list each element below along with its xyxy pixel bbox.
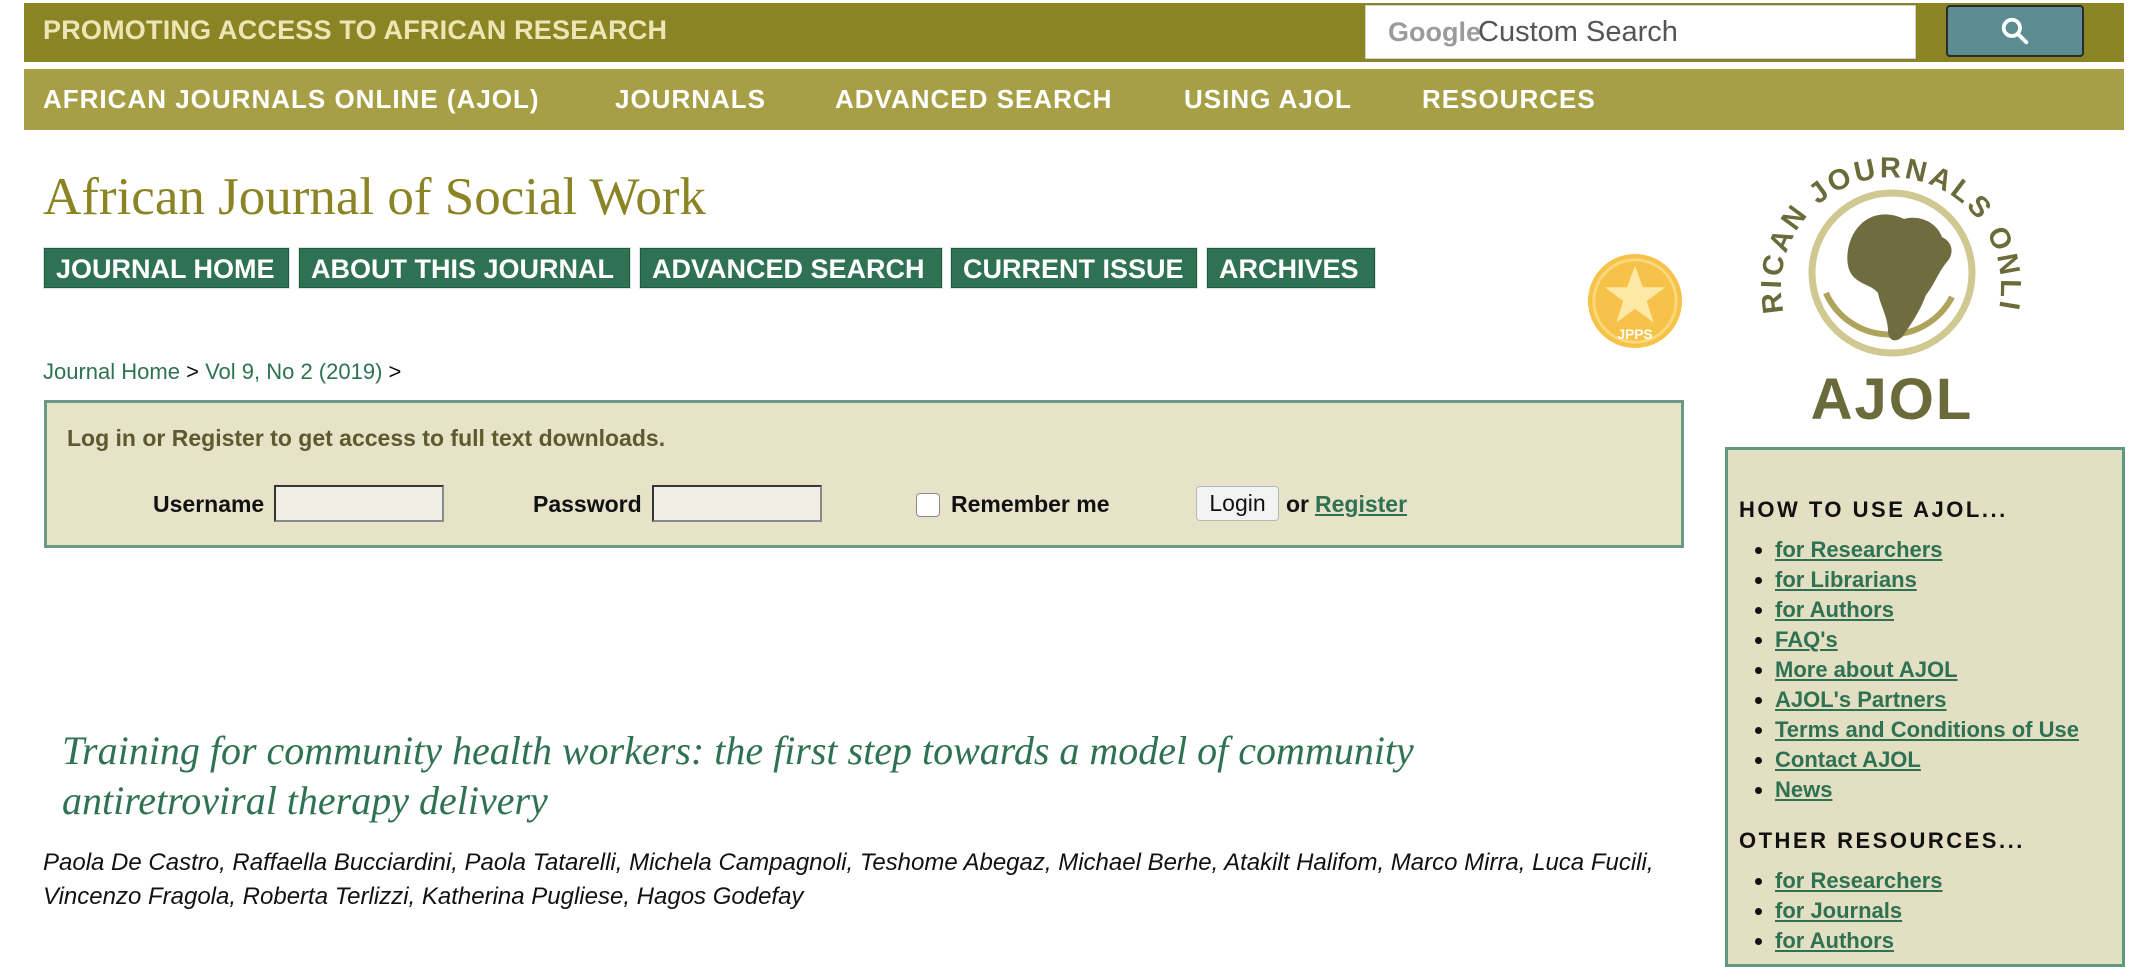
sidebar-link-researchers[interactable]: for Researchers: [1775, 537, 1943, 562]
sidebar-link-news[interactable]: News: [1775, 777, 1832, 802]
article-authors: Paola De Castro, Raffaella Bucciardini, …: [43, 849, 1654, 910]
remember-me-label: Remember me: [951, 491, 1110, 517]
africa-icon: [1847, 214, 1952, 341]
list-item: for Researchers: [1775, 866, 1943, 896]
ajol-logo[interactable]: AFRICAN JOURNALS ONLINE AJOL: [1742, 145, 2042, 425]
list-item: for Authors: [1775, 595, 2079, 625]
how-to-use-heading: HOW TO USE AJOL...: [1739, 497, 2008, 522]
nav-item-advanced-search[interactable]: ADVANCED SEARCH: [835, 69, 1112, 130]
google-brand: Google: [1388, 17, 1481, 47]
sidebar-link-librarians[interactable]: for Librarians: [1775, 567, 1917, 592]
list-item: for Librarians: [1775, 565, 2079, 595]
password-label: Password: [533, 491, 642, 517]
sidebar-link-terms[interactable]: Terms and Conditions of Use: [1775, 717, 2079, 742]
jpps-badge[interactable]: JPPS: [1586, 252, 1684, 350]
site-tagline: PROMOTING ACCESS TO AFRICAN RESEARCH: [43, 15, 668, 45]
breadcrumb-journal-home[interactable]: Journal Home: [43, 359, 180, 384]
login-message: Log in or Register to get access to full…: [67, 425, 666, 451]
nav-item-using-ajol[interactable]: USING AJOL: [1184, 69, 1352, 130]
list-item: AJOL's Partners: [1775, 685, 2079, 715]
sidebar-link-authors[interactable]: for Authors: [1775, 597, 1894, 622]
tab-current-issue[interactable]: CURRENT ISSUE: [951, 248, 1197, 288]
search-icon: [2001, 17, 2029, 45]
other-resources-heading: OTHER RESOURCES...: [1739, 828, 2025, 853]
sidebar-link-contact[interactable]: Contact AJOL: [1775, 747, 1921, 772]
list-item: More about AJOL: [1775, 655, 2079, 685]
password-field[interactable]: [652, 485, 822, 522]
journal-title: African Journal of Social Work: [43, 168, 706, 226]
breadcrumb: Journal Home > Vol 9, No 2 (2019) >: [43, 358, 401, 386]
nav-item-resources[interactable]: RESOURCES: [1422, 69, 1596, 130]
tab-journal-home[interactable]: JOURNAL HOME: [44, 248, 289, 288]
register-link[interactable]: Register: [1315, 490, 1407, 518]
breadcrumb-separator: >: [388, 359, 402, 384]
login-panel: [44, 400, 1684, 548]
search-input[interactable]: [1478, 14, 1898, 50]
breadcrumb-issue[interactable]: Vol 9, No 2 (2019): [205, 359, 382, 384]
list-item: FAQ's: [1775, 625, 2079, 655]
login-button[interactable]: Login: [1196, 486, 1279, 521]
or-text: or: [1286, 491, 1309, 517]
list-item: for Journals: [1775, 896, 1943, 926]
sidebar-link-faqs[interactable]: FAQ's: [1775, 627, 1838, 652]
list-item: News: [1775, 775, 2079, 805]
list-item: Contact AJOL: [1775, 745, 2079, 775]
username-field[interactable]: [274, 485, 444, 522]
other-resources-list: for Researchers for Journals for Authors: [1739, 866, 1943, 956]
sidebar-link-res-researchers[interactable]: for Researchers: [1775, 868, 1943, 893]
list-item: Terms and Conditions of Use: [1775, 715, 2079, 745]
tab-archives[interactable]: ARCHIVES: [1207, 248, 1375, 288]
sidebar-link-partners[interactable]: AJOL's Partners: [1775, 687, 1947, 712]
sidebar-link-more-about[interactable]: More about AJOL: [1775, 657, 1958, 682]
search-button[interactable]: [1946, 5, 2084, 57]
logo-wordmark: AJOL: [1811, 367, 1974, 425]
tab-about-journal[interactable]: ABOUT THIS JOURNAL: [299, 248, 630, 288]
sidebar-link-res-journals[interactable]: for Journals: [1775, 898, 1902, 923]
nav-item-ajol[interactable]: AFRICAN JOURNALS ONLINE (AJOL): [43, 69, 540, 130]
list-item: for Researchers: [1775, 535, 2079, 565]
nav-item-journals[interactable]: JOURNALS: [615, 69, 766, 130]
badge-label: JPPS: [1617, 327, 1652, 342]
remember-me-checkbox[interactable]: [916, 493, 940, 517]
breadcrumb-separator: >: [186, 359, 199, 384]
sidebar-link-res-authors[interactable]: for Authors: [1775, 928, 1894, 953]
how-to-use-list: for Researchers for Librarians for Autho…: [1739, 535, 2079, 805]
article-title: Training for community health workers: t…: [62, 728, 1414, 823]
tab-advanced-search[interactable]: ADVANCED SEARCH: [640, 248, 942, 288]
username-label: Username: [153, 491, 265, 517]
